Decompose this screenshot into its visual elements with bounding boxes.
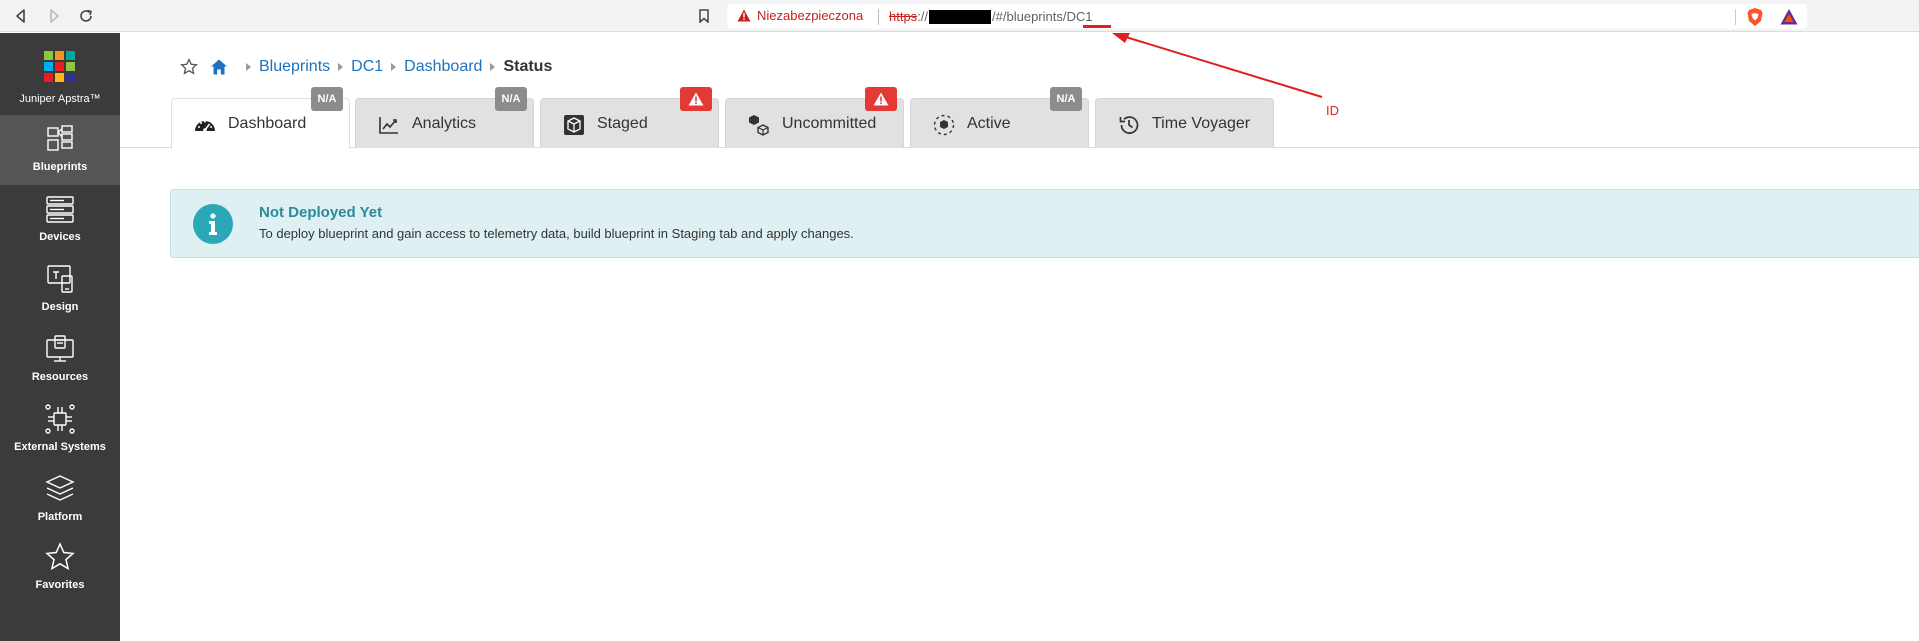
sidebar-item-design[interactable]: Design	[0, 255, 120, 325]
resources-icon	[46, 335, 74, 362]
tab-analytics[interactable]: Analytics N/A	[355, 87, 534, 148]
url-separator	[878, 9, 879, 25]
sidebar-item-external-systems[interactable]: External Systems	[0, 395, 120, 465]
warning-triangle-icon	[737, 9, 751, 22]
warning-triangle-icon	[873, 92, 889, 106]
forward-button[interactable]	[43, 5, 65, 27]
bookmark-button[interactable]	[694, 6, 714, 26]
back-button[interactable]	[10, 5, 32, 27]
url-text: https :// /#/blueprints/ DC1	[889, 9, 1092, 24]
staged-box-icon	[564, 115, 584, 135]
home-icon[interactable]	[210, 58, 228, 76]
url-scheme: https	[889, 9, 918, 24]
tab-active[interactable]: Active N/A	[910, 87, 1089, 148]
tab-label: Analytics	[412, 115, 477, 132]
sidebar-item-label: Resources	[31, 371, 89, 383]
sidebar-item-devices[interactable]: Devices	[0, 185, 120, 255]
sidebar-item-label: External Systems	[14, 441, 106, 453]
external-systems-icon	[45, 404, 75, 434]
design-icon	[47, 265, 73, 293]
bookmark-icon	[699, 9, 709, 23]
breadcrumb-current: Status	[503, 58, 553, 75]
url-blueprint-id: DC1	[1066, 9, 1093, 24]
browser-toolbar: Niezabezpieczona https :// /#/blueprints…	[0, 0, 1919, 32]
tab-time-voyager[interactable]: Time Voyager	[1095, 98, 1274, 148]
brave-shield-icon[interactable]	[1745, 7, 1765, 27]
status-badge: N/A	[495, 87, 527, 111]
reload-icon	[80, 9, 92, 22]
security-indicator[interactable]: Niezabezpieczona	[737, 8, 863, 23]
tab-staged[interactable]: Staged	[540, 87, 719, 148]
address-bar[interactable]: Niezabezpieczona https :// /#/blueprints…	[727, 4, 1807, 29]
sidebar-item-label: Blueprints	[32, 161, 88, 173]
sidebar-item-label: Devices	[39, 231, 81, 243]
tab-dashboard[interactable]: Dashboard N/A	[171, 87, 350, 149]
url-host-redacted	[929, 9, 992, 24]
forward-icon	[50, 9, 59, 23]
warning-badge	[680, 87, 712, 111]
info-title: Not Deployed Yet	[259, 204, 383, 221]
star-icon[interactable]	[180, 58, 198, 76]
url-path: /#/blueprints/	[992, 9, 1067, 24]
info-text: To deploy blueprint and gain access to t…	[259, 226, 854, 241]
brand-title: Juniper Apstra™	[19, 93, 101, 105]
breadcrumb-separator	[246, 63, 251, 71]
sidebar-item-blueprints[interactable]: Blueprints	[0, 115, 120, 185]
favorites-icon	[45, 542, 75, 571]
history-clock-icon	[1119, 116, 1139, 134]
juniper-logo-icon	[44, 51, 75, 82]
breadcrumb-link-dashboard[interactable]: Dashboard	[404, 58, 482, 76]
active-cube-icon	[933, 114, 955, 136]
url-scheme-separator: ://	[917, 9, 929, 24]
platform-icon	[45, 475, 75, 501]
extension-separator	[1735, 9, 1736, 25]
analytics-chart-icon	[379, 117, 398, 134]
breadcrumb-link-dc1[interactable]: DC1	[351, 58, 383, 76]
tab-label: Active	[967, 115, 1011, 132]
status-badge: N/A	[1050, 87, 1082, 111]
tab-label: Time Voyager	[1152, 115, 1251, 132]
breadcrumb-separator	[391, 63, 397, 71]
reload-button[interactable]	[75, 5, 97, 27]
tab-uncommitted[interactable]: Uncommitted	[725, 87, 904, 148]
warning-triangle-icon	[688, 92, 704, 106]
annotation-arrow	[1112, 33, 1323, 98]
annotation-underline	[1083, 25, 1111, 28]
breadcrumb-separator	[490, 63, 496, 71]
security-label: Niezabezpieczona	[757, 8, 864, 23]
blueprints-icon	[47, 125, 73, 151]
sidebar-item-favorites[interactable]: Favorites	[0, 533, 120, 603]
sidebar: Juniper Apstra™ Blueprints Devices Desig…	[0, 33, 120, 641]
sidebar-item-label: Design	[41, 301, 79, 313]
tab-label: Staged	[597, 115, 648, 132]
status-badge: N/A	[311, 87, 343, 111]
breadcrumb-separator	[338, 63, 344, 71]
tab-label: Uncommitted	[782, 115, 877, 132]
sidebar-item-resources[interactable]: Resources	[0, 325, 120, 395]
back-icon	[16, 9, 25, 23]
uncommitted-cubes-icon	[749, 115, 769, 136]
breadcrumb: Blueprints DC1 Dashboard Status	[180, 57, 552, 77]
warning-badge	[865, 87, 897, 111]
tab-label: Dashboard	[228, 115, 307, 132]
devices-icon	[46, 196, 74, 223]
dashboard-gauge-icon	[195, 120, 215, 132]
breadcrumb-link-blueprints[interactable]: Blueprints	[259, 58, 330, 76]
info-icon	[193, 204, 233, 244]
sidebar-item-label: Favorites	[35, 579, 85, 591]
sidebar-item-platform[interactable]: Platform	[0, 465, 120, 535]
info-panel: Not Deployed Yet To deploy blueprint and…	[170, 189, 1919, 258]
bat-rewards-icon[interactable]	[1779, 7, 1799, 27]
annotation-label: ID	[1326, 103, 1339, 118]
brand-logo[interactable]: Juniper Apstra™	[0, 33, 120, 115]
sidebar-item-label: Platform	[37, 511, 83, 523]
